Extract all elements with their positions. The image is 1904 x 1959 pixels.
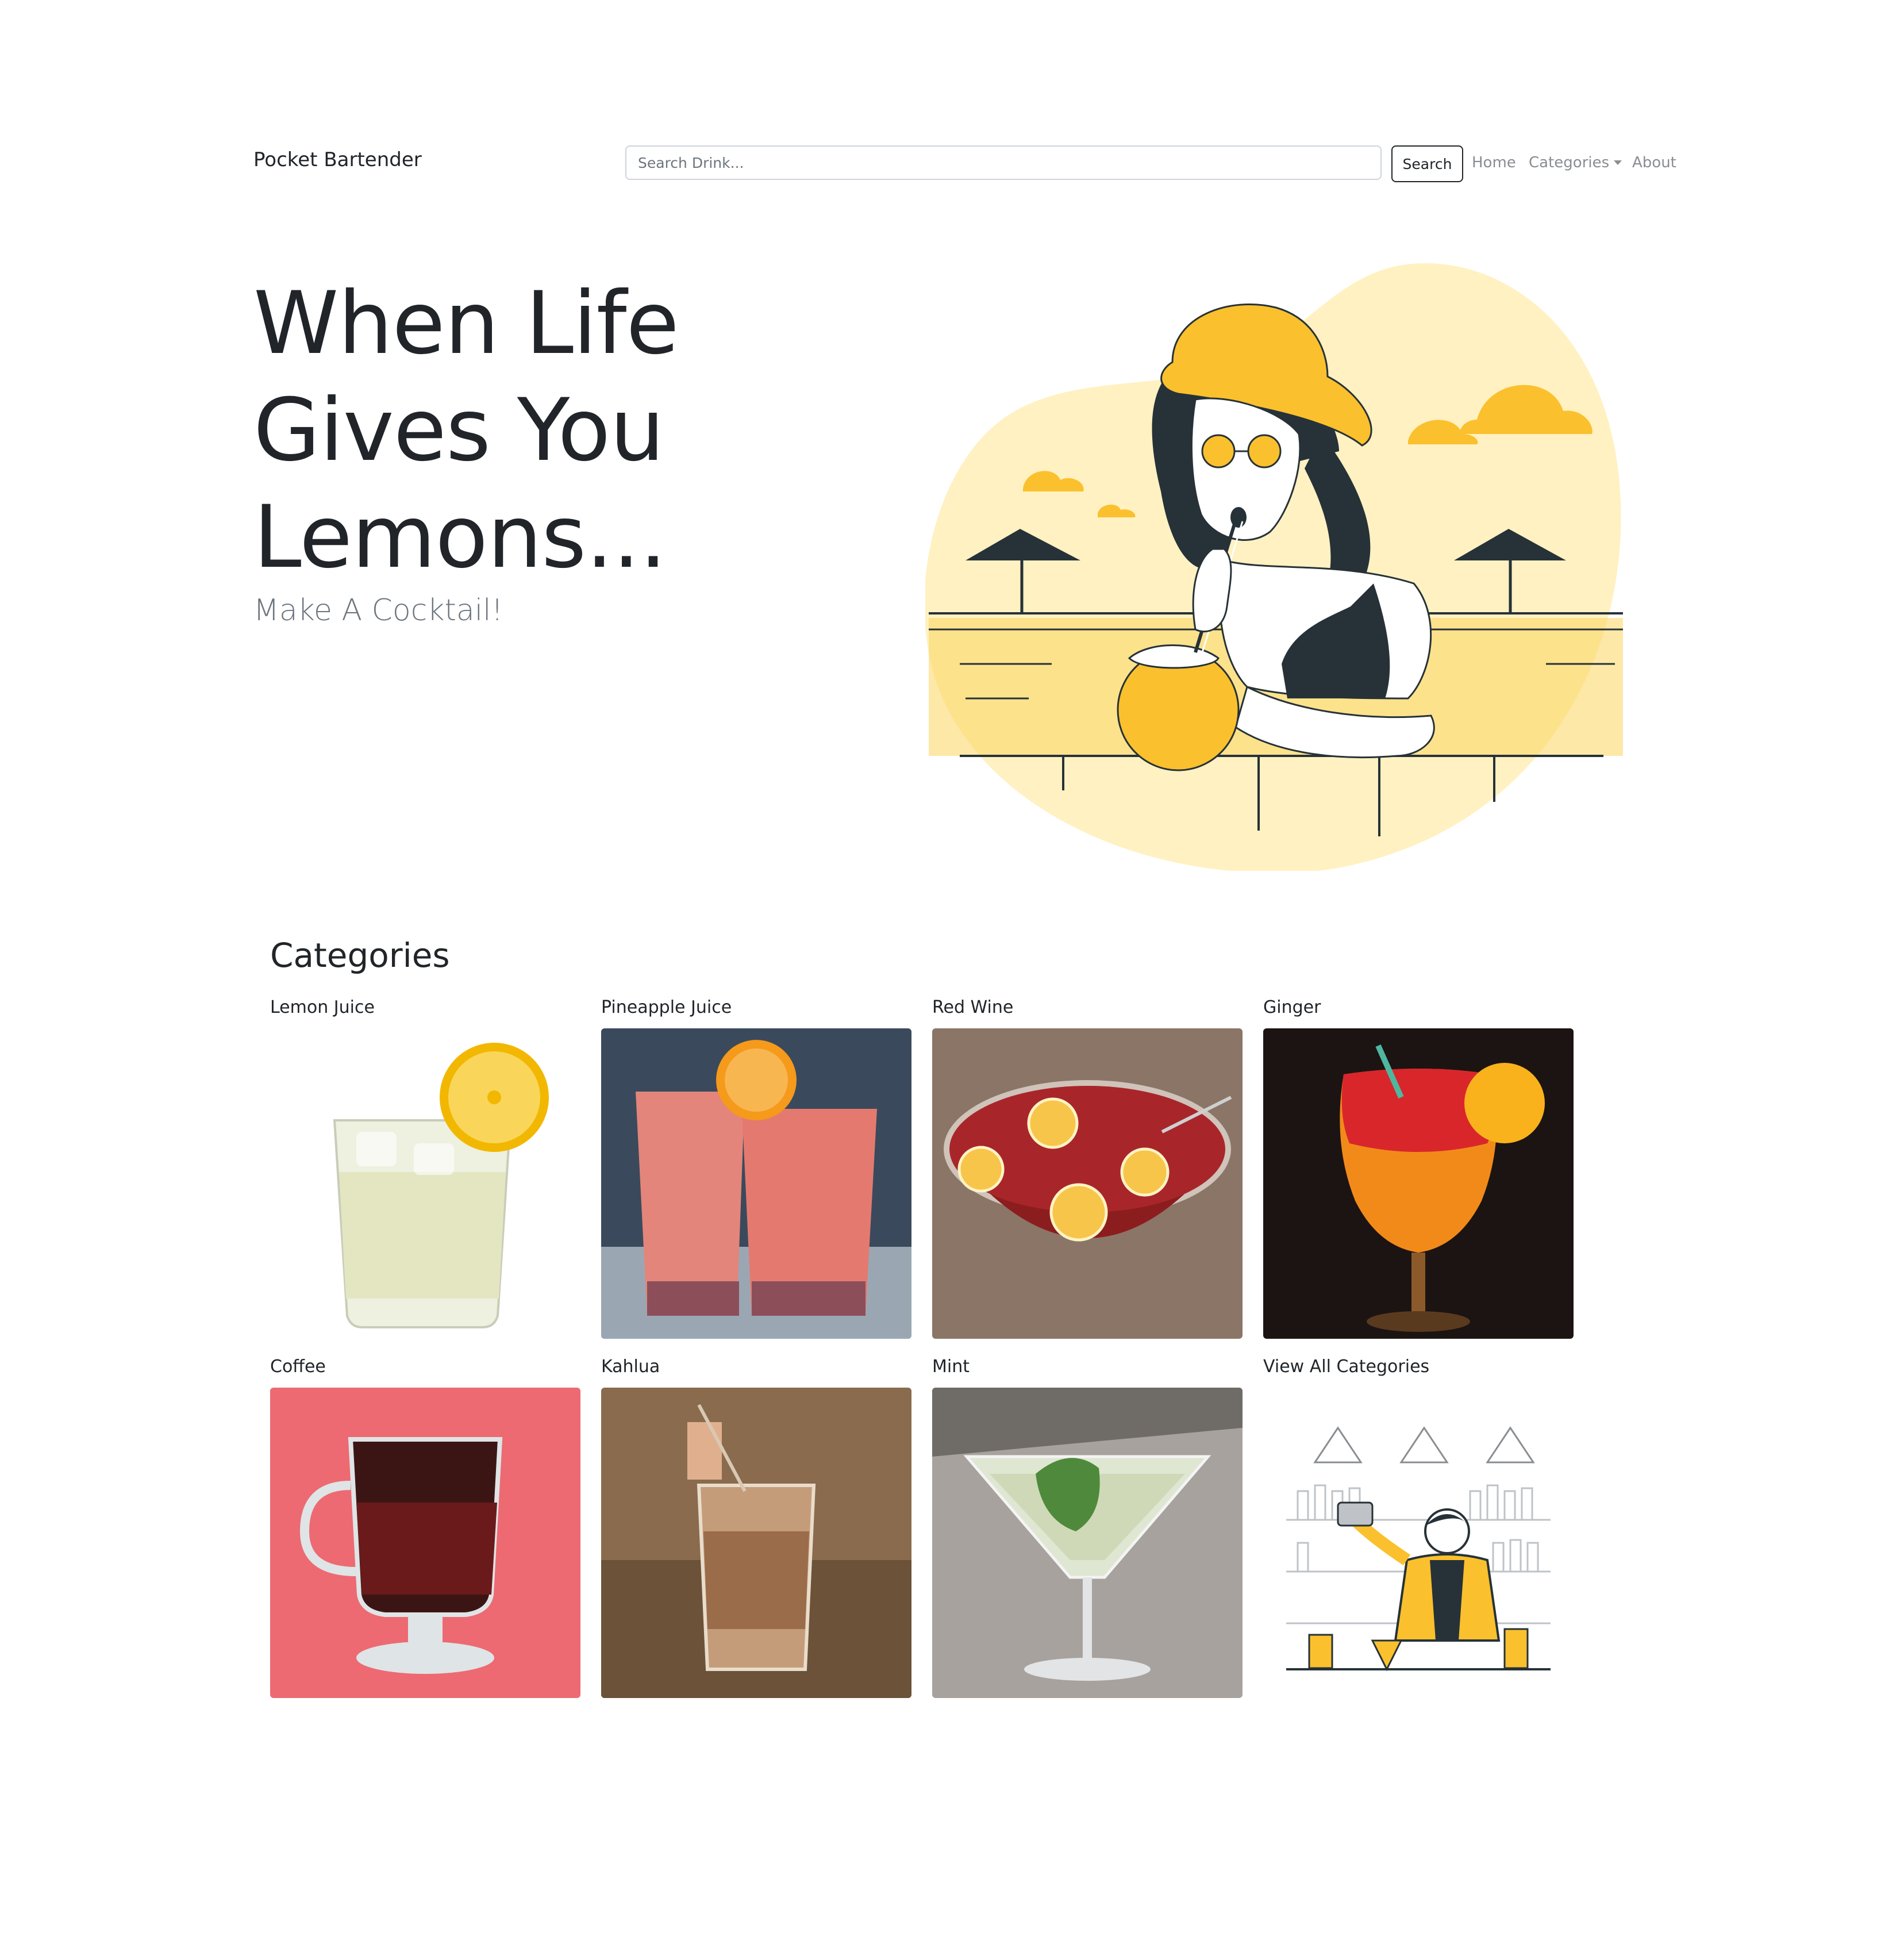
category-card-label: Pineapple Juice (601, 997, 732, 1017)
mint-martini-image[interactable] (932, 1388, 1243, 1698)
ginger-cocktail-image[interactable] (1263, 1028, 1574, 1339)
brand-link[interactable]: Pocket Bartender (253, 148, 422, 171)
view-all-categories-link[interactable]: View All Categories (1263, 1357, 1429, 1377)
woman-drinking-cocktail-illustration (924, 262, 1626, 873)
search-input[interactable] (625, 145, 1382, 180)
lemon-juice-glass-image[interactable] (270, 1028, 580, 1339)
search-button[interactable]: Search (1391, 145, 1463, 182)
categories-heading: Categories (270, 936, 450, 975)
category-card-label: Red Wine (932, 997, 1014, 1017)
category-card-label: Mint (932, 1357, 970, 1377)
nav-categories-dropdown[interactable]: Categories (1529, 154, 1622, 171)
hero-title: When Life Gives You Lemons... (253, 270, 771, 591)
kahlua-shot-image[interactable] (601, 1388, 911, 1698)
category-card-label: Coffee (270, 1357, 326, 1377)
nav-about-link[interactable]: About (1632, 154, 1676, 171)
hero-title-line: When Life (253, 274, 679, 374)
hero-subtitle: Make A Cocktail! (253, 593, 503, 628)
bartender-illustration-image[interactable] (1263, 1388, 1574, 1698)
hero-title-line: Gives You (253, 381, 664, 481)
navbar: Pocket Bartender Search Home Categories … (0, 0, 1904, 241)
category-card-label: Lemon Juice (270, 997, 375, 1017)
nav-categories-label: Categories (1529, 154, 1610, 171)
category-card-label: Ginger (1263, 997, 1321, 1017)
pineapple-juice-glasses-image[interactable] (601, 1028, 911, 1339)
nav-home-link[interactable]: Home (1472, 154, 1516, 171)
red-wine-punch-bowl-image[interactable] (932, 1028, 1243, 1339)
coffee-mug-image[interactable] (270, 1388, 580, 1698)
caret-down-icon (1614, 160, 1622, 165)
hero-title-line: Lemons... (253, 487, 667, 587)
category-card-label: Kahlua (601, 1357, 660, 1377)
